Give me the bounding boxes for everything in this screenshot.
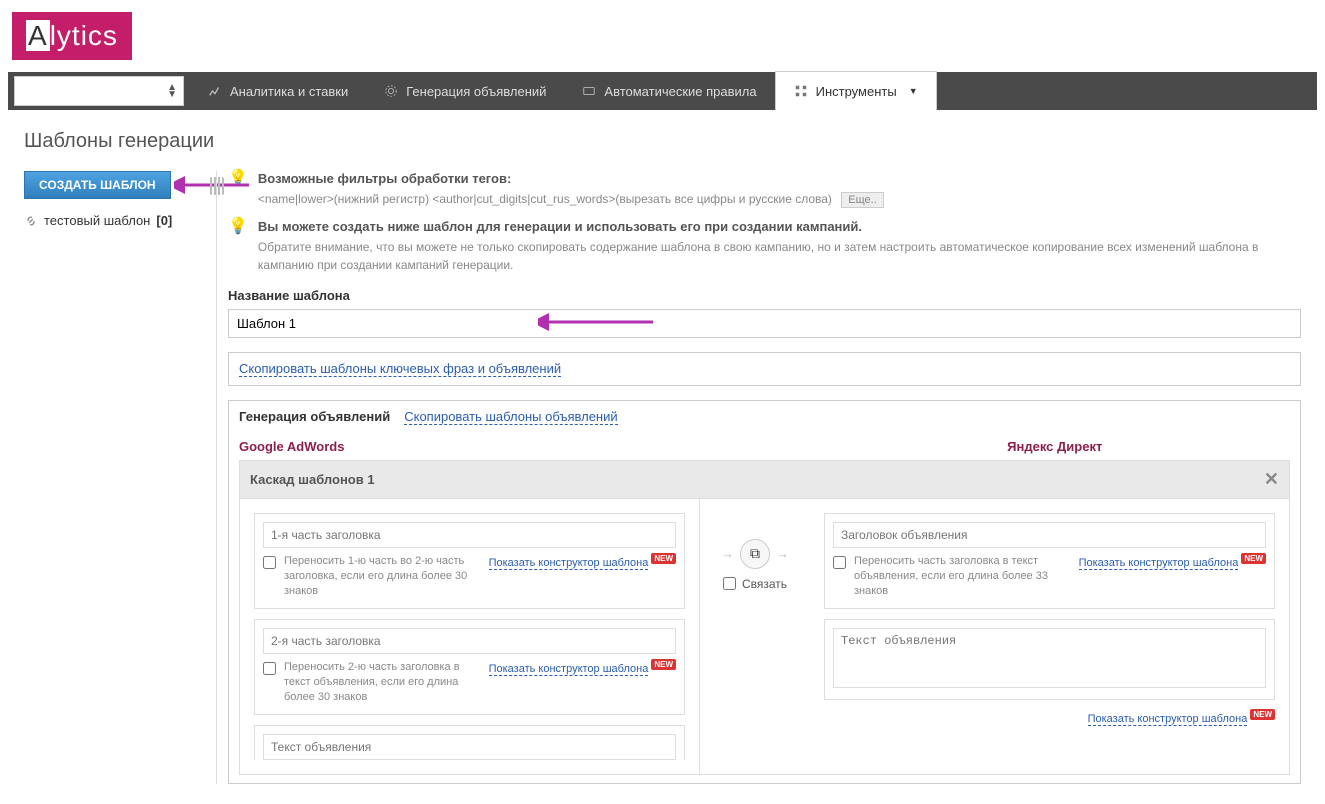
new-badge: NEW bbox=[651, 553, 676, 564]
filters-hint-title: Возможные фильтры обработки тегов: bbox=[258, 171, 884, 186]
link-label: Связать bbox=[742, 577, 787, 591]
create-template-button[interactable]: СОЗДАТЬ ШАБЛОН bbox=[24, 171, 171, 199]
yandex-column: Переносить часть заголовка в текст объяв… bbox=[810, 499, 1289, 774]
show-constructor-link[interactable]: Показать конструктор шаблонаNEW bbox=[1088, 710, 1275, 725]
copy-keywords-panel: Скопировать шаблоны ключевых фраз и объя… bbox=[228, 352, 1301, 386]
chart-icon bbox=[208, 84, 222, 98]
link-checkbox[interactable] bbox=[723, 577, 736, 590]
google-headline2-box: Переносить 2-ю часть заголовка в текст о… bbox=[254, 619, 685, 715]
link-icon bbox=[24, 214, 38, 228]
nav-tools-label: Инструменты bbox=[816, 84, 897, 99]
generation-panel: Генерация объявлений Скопировать шаблоны… bbox=[228, 400, 1301, 784]
page-title: Шаблоны генерации bbox=[24, 130, 1301, 153]
template-name-input[interactable] bbox=[228, 309, 1301, 338]
account-selector[interactable]: ▲▼ bbox=[14, 76, 184, 106]
gear-icon bbox=[384, 84, 398, 98]
top-navigation: ▲▼ Аналитика и ставки Генерация объявлен… bbox=[8, 72, 1317, 110]
new-badge: NEW bbox=[1250, 709, 1275, 720]
automation-icon bbox=[582, 84, 596, 98]
lightbulb-icon: 💡 bbox=[228, 219, 248, 274]
arrow-right-icon: → bbox=[721, 546, 734, 561]
google-h1-wrap-checkbox[interactable] bbox=[263, 556, 276, 569]
google-text-box bbox=[254, 725, 685, 760]
nav-rules[interactable]: Автоматические правила bbox=[564, 72, 774, 110]
new-badge: NEW bbox=[1241, 553, 1266, 564]
yandex-headline-box: Переносить часть заголовка в текст объяв… bbox=[824, 513, 1275, 609]
google-column: Переносить 1-ю часть во 2-ю часть заголо… bbox=[240, 499, 700, 774]
updown-icon: ▲▼ bbox=[167, 84, 177, 98]
nav-rules-label: Автоматические правила bbox=[604, 84, 756, 99]
generation-panel-title: Генерация объявлений bbox=[239, 409, 390, 424]
more-button[interactable]: Еще.. bbox=[841, 192, 884, 208]
logo-text: Alytics bbox=[26, 20, 118, 51]
template-name-label: Название шаблона bbox=[228, 288, 1301, 303]
sidebar-item-label: тестовый шаблон bbox=[44, 213, 150, 228]
yandex-text-box bbox=[824, 619, 1275, 700]
create-hint-title: Вы можете создать ниже шаблон для генера… bbox=[258, 219, 1301, 234]
cascade-title: Каскад шаблонов 1 bbox=[250, 472, 375, 487]
google-headline1-box: Переносить 1-ю часть во 2-ю часть заголо… bbox=[254, 513, 685, 609]
logo[interactable]: Alytics bbox=[12, 12, 132, 60]
google-column-header: Google AdWords bbox=[239, 433, 710, 460]
google-h2-wrap-checkbox[interactable] bbox=[263, 662, 276, 675]
yandex-headline-input[interactable] bbox=[833, 522, 1266, 548]
create-hint-body: Обратите внимание, что вы можете не толь… bbox=[258, 238, 1301, 274]
new-badge: NEW bbox=[651, 659, 676, 670]
copy-keywords-link[interactable]: Скопировать шаблоны ключевых фраз и объя… bbox=[239, 361, 561, 377]
close-icon[interactable]: ✕ bbox=[1264, 469, 1279, 490]
sidebar-item-count: [0] bbox=[156, 213, 172, 228]
yandex-h-wrap-checkbox[interactable] bbox=[833, 556, 846, 569]
main-content: 💡 Возможные фильтры обработки тегов: <na… bbox=[228, 171, 1301, 784]
nav-analytics[interactable]: Аналитика и ставки bbox=[190, 72, 366, 110]
sidebar-template-item[interactable]: тестовый шаблон [0] bbox=[24, 213, 210, 228]
copy-ad-templates-link[interactable]: Скопировать шаблоны объявлений bbox=[404, 409, 617, 425]
nav-tools[interactable]: Инструменты ▼ bbox=[775, 71, 937, 110]
google-h2-wrap-label: Переносить 2-ю часть заголовка в текст о… bbox=[284, 660, 481, 706]
drag-grip-icon[interactable] bbox=[210, 177, 224, 195]
grid-icon bbox=[794, 84, 808, 98]
google-h1-wrap-label: Переносить 1-ю часть во 2-ю часть заголо… bbox=[284, 554, 481, 600]
sidebar: СОЗДАТЬ ШАБЛОН тестовый шаблон [0] bbox=[24, 171, 210, 784]
google-text-input[interactable] bbox=[263, 734, 676, 760]
google-headline2-input[interactable] bbox=[263, 628, 676, 654]
create-hint: 💡 Вы можете создать ниже шаблон для гене… bbox=[228, 219, 1301, 274]
chevron-down-icon: ▼ bbox=[909, 86, 918, 96]
yandex-column-header: Яндекс Директ bbox=[820, 433, 1291, 460]
arrow-right-icon: → bbox=[776, 546, 789, 561]
nav-generation[interactable]: Генерация объявлений bbox=[366, 72, 564, 110]
google-headline1-input[interactable] bbox=[263, 522, 676, 548]
yandex-h-wrap-label: Переносить часть заголовка в текст объяв… bbox=[854, 554, 1071, 600]
annotation-arrow-icon bbox=[538, 313, 658, 331]
link-column: → ⧉ → Связать bbox=[700, 499, 810, 774]
show-constructor-link[interactable]: Показать конструктор шаблонаNEW bbox=[489, 554, 676, 569]
yandex-text-input[interactable] bbox=[833, 628, 1266, 688]
copy-link-button[interactable]: ⧉ bbox=[740, 539, 770, 569]
filters-hint: 💡 Возможные фильтры обработки тегов: <na… bbox=[228, 171, 1301, 209]
filters-hint-body: <name|lower>(нижний регистр) <author|cut… bbox=[258, 190, 884, 209]
nav-analytics-label: Аналитика и ставки bbox=[230, 84, 348, 99]
nav-generation-label: Генерация объявлений bbox=[406, 84, 546, 99]
cascade-header: Каскад шаблонов 1 ✕ bbox=[239, 460, 1290, 499]
show-constructor-link[interactable]: Показать конструктор шаблонаNEW bbox=[1079, 554, 1266, 569]
show-constructor-link[interactable]: Показать конструктор шаблонаNEW bbox=[489, 660, 676, 675]
sidebar-divider bbox=[210, 171, 228, 784]
